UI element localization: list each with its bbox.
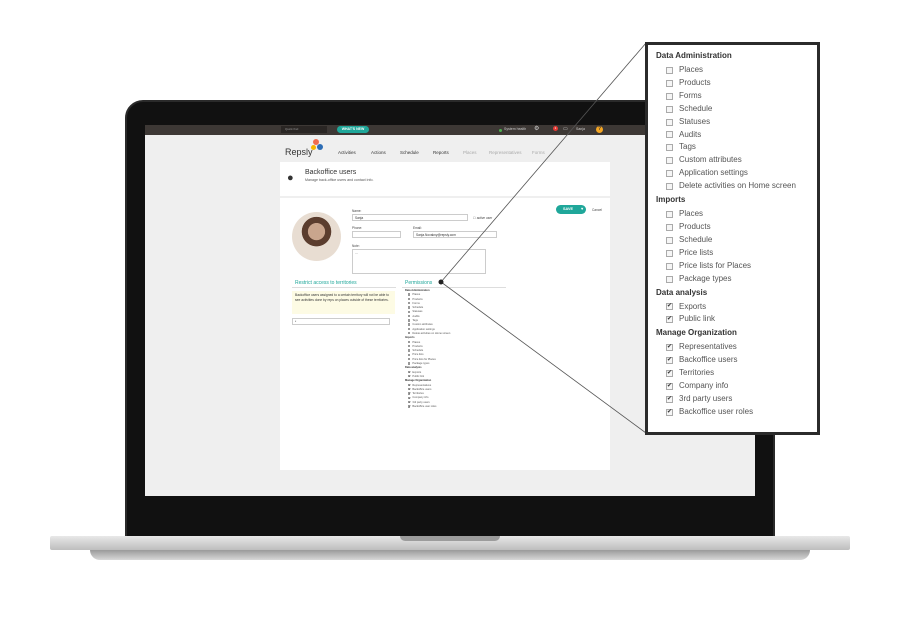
permission-label: Places: [679, 65, 704, 74]
checkbox-checked-icon[interactable]: ✔: [666, 370, 673, 378]
permission-item[interactable]: ✔ Territories: [656, 367, 809, 380]
checkbox-checked-icon[interactable]: ✔: [666, 316, 673, 324]
checkbox-icon[interactable]: [666, 92, 673, 100]
permission-label: Products: [679, 221, 711, 231]
connector-dot: [438, 279, 444, 285]
permission-label: Price lists for Places: [679, 260, 752, 270]
permission-label: Public link: [679, 314, 716, 324]
permission-item[interactable]: ✔ Backoffice users: [656, 354, 809, 367]
permission-item[interactable]: Delete activities on Home screen: [656, 180, 809, 193]
permission-label: Company info: [679, 381, 729, 391]
permission-label: Schedule: [679, 103, 713, 113]
permission-label: Places: [679, 209, 704, 219]
checkbox-icon[interactable]: [666, 249, 673, 257]
permission-label: Package types: [679, 273, 732, 283]
checkbox-icon[interactable]: [666, 79, 673, 87]
permission-item[interactable]: Products: [656, 77, 809, 90]
checkbox-checked-icon[interactable]: ✔: [666, 395, 673, 403]
permission-label: Schedule: [679, 234, 713, 244]
permission-label: Price lists: [679, 247, 714, 257]
permission-item[interactable]: Statuses: [656, 116, 809, 129]
checkbox-icon[interactable]: [666, 170, 673, 178]
checkbox-icon[interactable]: [666, 66, 673, 74]
permission-label: Products: [679, 77, 711, 87]
permission-label: Territories: [679, 368, 715, 378]
permission-label: Custom attributes: [679, 155, 742, 165]
permission-label: Representatives: [679, 342, 737, 352]
checkbox-icon[interactable]: [666, 105, 673, 113]
permission-label: Backoffice users: [679, 355, 738, 365]
checkbox-icon[interactable]: [666, 211, 673, 219]
permission-item[interactable]: ✔ Representatives: [656, 341, 809, 354]
permission-group-title: Imports: [656, 195, 686, 205]
permission-label: Exports: [679, 301, 707, 311]
permission-label: Tags: [679, 142, 696, 152]
permission-label: Audits: [679, 129, 702, 139]
permission-item[interactable]: Audits: [656, 129, 809, 142]
permission-group-title: Manage Organization: [656, 328, 737, 338]
permission-item[interactable]: Price lists for Places: [656, 260, 809, 273]
checkbox-checked-icon[interactable]: ✔: [666, 408, 673, 416]
checkbox-icon[interactable]: [666, 275, 673, 283]
permission-label: Application settings: [679, 168, 748, 178]
checkbox-checked-icon[interactable]: ✔: [666, 344, 673, 352]
permission-item[interactable]: ✔ Exports: [656, 301, 809, 314]
checkbox-checked-icon[interactable]: ✔: [666, 303, 673, 311]
permission-item[interactable]: Schedule: [656, 103, 809, 116]
checkbox-icon[interactable]: [666, 118, 673, 126]
permission-item[interactable]: Tags: [656, 141, 809, 154]
permission-label: Delete activities on Home screen: [679, 181, 796, 191]
permission-item[interactable]: Places: [656, 64, 809, 77]
checkbox-icon[interactable]: [666, 183, 673, 191]
permission-item[interactable]: ✔ Backoffice user roles: [656, 406, 809, 419]
permission-label: Statuses: [679, 116, 711, 126]
permission-item[interactable]: ✔ Public link: [656, 313, 809, 326]
checkbox-icon[interactable]: [666, 157, 673, 165]
permission-item[interactable]: ✔ 3rd party users: [656, 393, 809, 406]
permission-item[interactable]: Application settings: [656, 167, 809, 180]
permission-item[interactable]: Places: [656, 208, 809, 221]
permissions-callout: Data Administration Places Products Forms Sc…: [645, 42, 820, 435]
checkbox-checked-icon[interactable]: ✔: [666, 382, 673, 390]
connector-line-bottom: [440, 281, 647, 434]
permission-group-title: Data analysis: [656, 287, 708, 297]
checkbox-icon[interactable]: [666, 144, 673, 152]
permission-group-title: Data Administration: [656, 51, 732, 60]
permission-item[interactable]: Package types: [656, 273, 809, 286]
permission-item[interactable]: Custom attributes: [656, 154, 809, 167]
checkbox-icon[interactable]: [666, 131, 673, 139]
permission-item[interactable]: Products: [656, 221, 809, 234]
permission-label: Forms: [679, 90, 702, 100]
callout-permissions-list: Data Administration Places Products Forms Sc…: [656, 49, 809, 419]
checkbox-icon[interactable]: [666, 262, 673, 270]
permission-item[interactable]: Schedule: [656, 234, 809, 247]
permission-item[interactable]: Price lists: [656, 247, 809, 260]
checkbox-checked-icon[interactable]: ✔: [666, 357, 673, 365]
checkbox-icon[interactable]: [666, 223, 673, 231]
permission-item[interactable]: ✔ Company info: [656, 380, 809, 393]
checkbox-icon[interactable]: [666, 236, 673, 244]
permission-item[interactable]: Forms: [656, 90, 809, 103]
connector-line-top: [440, 42, 647, 283]
permission-label: Backoffice user roles: [679, 406, 754, 416]
permission-label: 3rd party users: [679, 393, 733, 403]
